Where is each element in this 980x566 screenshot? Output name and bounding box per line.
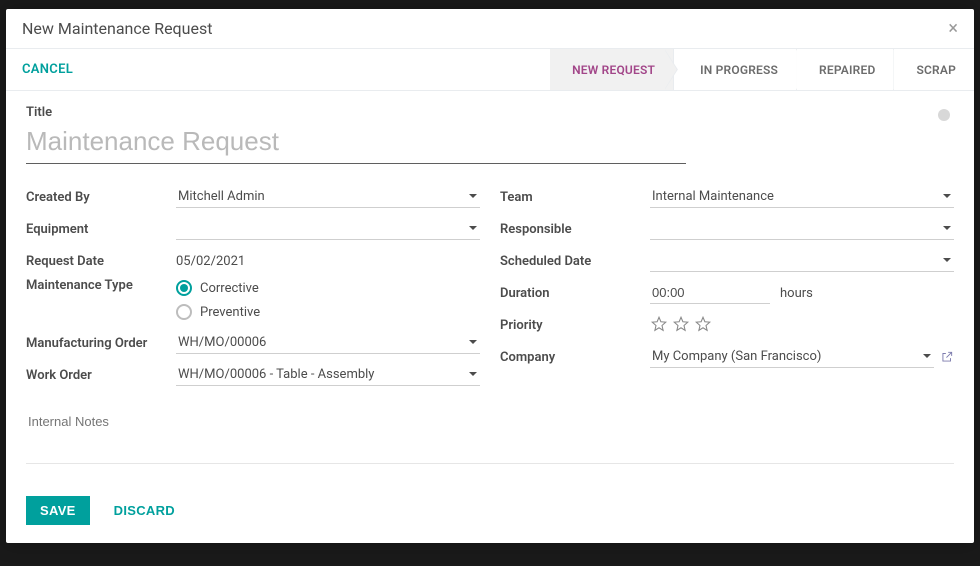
title-input[interactable] <box>26 124 686 164</box>
caret-down-icon <box>942 254 952 269</box>
created-by-field[interactable]: Mitchell Admin <box>176 186 480 208</box>
team-field[interactable]: Internal Maintenance <box>650 186 954 208</box>
work-order-label: Work Order <box>26 368 176 383</box>
divider <box>26 463 954 464</box>
manufacturing-order-label: Manufacturing Order <box>26 336 176 351</box>
right-column: Team Internal Maintenance Responsible <box>500 182 954 392</box>
close-icon[interactable]: × <box>948 20 958 38</box>
caret-down-icon <box>942 190 952 205</box>
company-label: Company <box>500 350 650 365</box>
equipment-field[interactable] <box>176 218 480 240</box>
star-icon[interactable] <box>650 315 668 337</box>
title-label: Title <box>26 105 954 120</box>
caret-down-icon <box>942 222 952 237</box>
internal-notes-input[interactable] <box>26 410 954 433</box>
stage-repaired[interactable]: REPAIRED <box>796 49 893 90</box>
created-by-label: Created By <box>26 190 176 205</box>
scheduled-date-label: Scheduled Date <box>500 254 650 269</box>
dialog-header: New Maintenance Request × <box>6 9 974 49</box>
dialog-title: New Maintenance Request <box>22 19 212 38</box>
radio-preventive[interactable]: Preventive <box>176 304 480 320</box>
priority-stars <box>650 313 954 337</box>
duration-unit: hours <box>780 286 813 301</box>
stage-new-request[interactable]: NEW REQUEST <box>550 49 673 90</box>
work-order-field[interactable]: WH/MO/00006 - Table - Assembly <box>176 364 480 386</box>
maintenance-request-dialog: New Maintenance Request × CANCEL NEW REQ… <box>6 9 974 543</box>
save-button[interactable]: SAVE <box>26 496 90 525</box>
form-body: Title Created By Mitchell Admin <box>6 91 974 480</box>
radio-preventive-label: Preventive <box>200 305 260 320</box>
caret-down-icon <box>468 190 478 205</box>
duration-input[interactable] <box>650 282 770 304</box>
discard-button[interactable]: DISCARD <box>108 502 181 519</box>
stage-in-progress[interactable]: IN PROGRESS <box>673 49 796 90</box>
actions-bar: CANCEL NEW REQUEST IN PROGRESS REPAIRED … <box>6 49 974 91</box>
cancel-button[interactable]: CANCEL <box>22 62 73 77</box>
equipment-label: Equipment <box>26 222 176 237</box>
manufacturing-order-value: WH/MO/00006 <box>178 335 266 350</box>
maintenance-type-group: Corrective Preventive <box>176 278 480 320</box>
star-icon[interactable] <box>694 315 712 337</box>
team-value: Internal Maintenance <box>652 189 774 204</box>
star-icon[interactable] <box>672 315 690 337</box>
caret-down-icon <box>922 350 932 365</box>
scheduled-date-field[interactable] <box>650 250 954 272</box>
duration-label: Duration <box>500 286 650 301</box>
team-label: Team <box>500 190 650 205</box>
left-column: Created By Mitchell Admin Equipment <box>26 182 480 392</box>
radio-icon <box>176 304 192 320</box>
dialog-footer: SAVE DISCARD <box>6 480 974 543</box>
caret-down-icon <box>468 222 478 237</box>
responsible-label: Responsible <box>500 222 650 237</box>
company-value: My Company (San Francisco) <box>652 349 821 364</box>
external-link-icon[interactable] <box>940 350 954 364</box>
manufacturing-order-field[interactable]: WH/MO/00006 <box>176 332 480 354</box>
radio-corrective[interactable]: Corrective <box>176 280 480 296</box>
company-field[interactable]: My Company (San Francisco) <box>650 346 934 368</box>
request-date-value: 05/02/2021 <box>176 251 480 272</box>
responsible-field[interactable] <box>650 218 954 240</box>
kanban-state-dot[interactable] <box>938 109 950 121</box>
created-by-value: Mitchell Admin <box>178 189 265 204</box>
status-stages: NEW REQUEST IN PROGRESS REPAIRED SCRAP <box>550 49 974 90</box>
radio-corrective-label: Corrective <box>200 281 259 296</box>
priority-label: Priority <box>500 318 650 333</box>
work-order-value: WH/MO/00006 - Table - Assembly <box>178 367 374 382</box>
radio-icon <box>176 280 192 296</box>
maintenance-type-label: Maintenance Type <box>26 278 176 293</box>
request-date-label: Request Date <box>26 254 176 269</box>
caret-down-icon <box>468 368 478 383</box>
caret-down-icon <box>468 336 478 351</box>
stage-scrap[interactable]: SCRAP <box>893 49 974 90</box>
